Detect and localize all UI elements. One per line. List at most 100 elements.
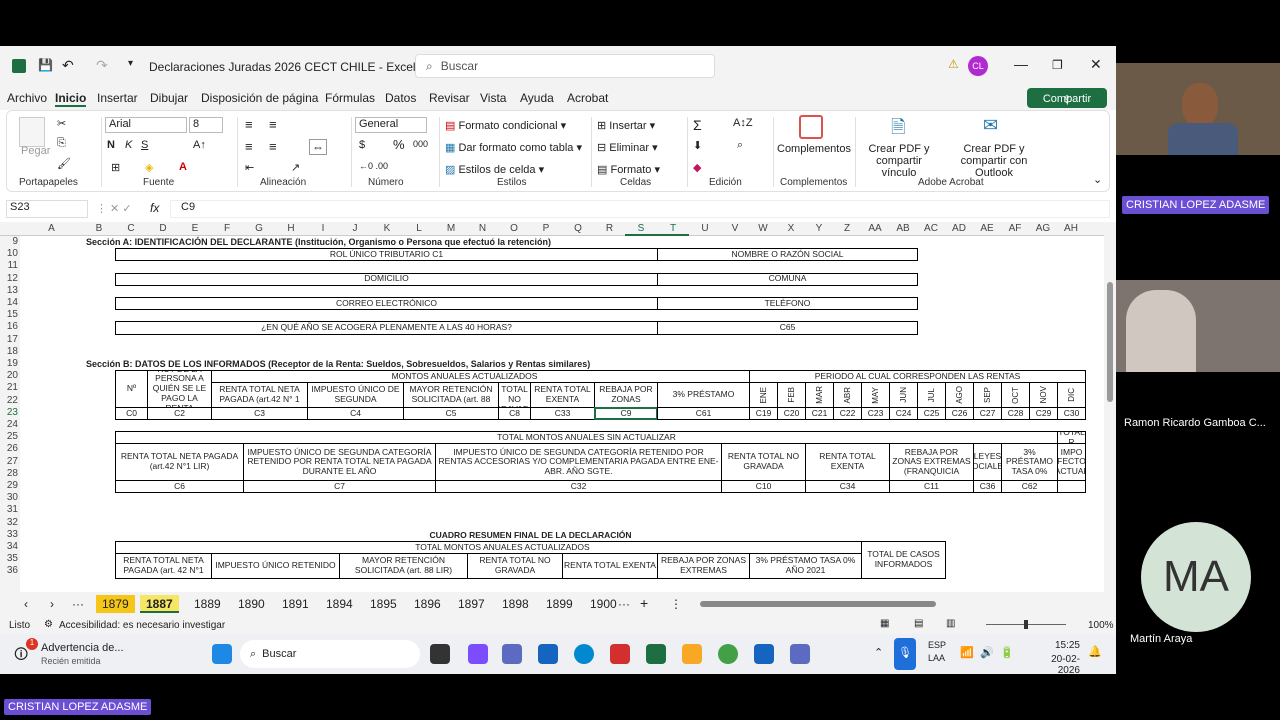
zoom-thumb[interactable] <box>1024 620 1028 629</box>
currency-icon[interactable]: $ <box>359 139 365 151</box>
teams-work-icon[interactable] <box>790 644 810 664</box>
cell[interactable]: C8 <box>498 406 531 420</box>
column-header[interactable]: AE <box>973 223 1001 234</box>
explorer-icon[interactable] <box>682 644 702 664</box>
cell[interactable]: C27 <box>973 406 1002 420</box>
cell[interactable]: TOTAL MONTOS ANUALES SIN ACTUALIZAR <box>115 431 1058 445</box>
column-header[interactable]: AB <box>889 223 917 234</box>
add-sheet-icon[interactable]: + <box>634 595 654 613</box>
cell[interactable]: C21 <box>805 406 834 420</box>
orientation-icon[interactable]: ↗ <box>291 161 300 174</box>
cell[interactable]: C62 <box>1001 480 1058 494</box>
cell-styles-button[interactable]: ▨ Estilos de celda ▾ <box>445 163 544 176</box>
tab-dibujar[interactable]: Dibujar <box>150 91 188 105</box>
cell[interactable]: C11 <box>889 480 974 494</box>
cell[interactable]: C30 <box>1057 406 1086 420</box>
row-header[interactable]: 28 <box>7 468 18 479</box>
copy-icon[interactable]: ⎘ <box>57 137 66 150</box>
row-header[interactable]: 15 <box>7 309 18 320</box>
italic-button[interactable]: K <box>125 139 132 151</box>
cell[interactable]: C10 <box>721 480 806 494</box>
number-format-select[interactable]: General <box>355 117 427 133</box>
tab-vista[interactable]: Vista <box>480 91 506 105</box>
column-header[interactable]: D <box>147 223 179 234</box>
cell[interactable]: TELÉFONO <box>657 297 918 311</box>
column-header[interactable]: U <box>689 223 721 234</box>
cell[interactable]: C6 <box>115 480 244 494</box>
align-left-icon[interactable]: ≡ <box>245 139 253 154</box>
row-header[interactable]: 17 <box>7 334 18 345</box>
normal-view-icon[interactable]: ▦ <box>880 618 889 629</box>
month-header[interactable]: ENE <box>749 382 778 408</box>
column-title[interactable]: RUT DE LA PERSONA A QUIÉN SE LE PAGO LA … <box>147 370 212 408</box>
volume-icon[interactable]: 🔊 <box>980 646 994 659</box>
tab-options-icon[interactable]: ⋮ <box>664 595 688 613</box>
chrome-icon[interactable] <box>718 644 738 664</box>
column-header[interactable]: AA <box>861 223 889 234</box>
tray-chevron-icon[interactable]: ⌃ <box>874 646 883 659</box>
column-header[interactable]: Q <box>562 223 594 234</box>
scroll-thumb[interactable] <box>1107 282 1113 402</box>
column-header[interactable]: B <box>83 223 115 234</box>
column-title[interactable]: RENTA TOTAL NO GRAVADA <box>467 553 563 579</box>
cell[interactable]: C36 <box>973 480 1002 494</box>
column-title[interactable]: MAYOR RETENCIÓN SOLICITADA (art. 88 LIR) <box>339 553 468 579</box>
cell[interactable]: TOTAL R <box>1057 431 1086 445</box>
cell[interactable]: COMUNA <box>657 272 918 286</box>
column-title[interactable]: LEYES SOCIALES <box>973 443 1002 481</box>
bold-button[interactable]: N <box>107 139 115 151</box>
cell[interactable]: C5 <box>403 406 499 420</box>
tab-more-icon[interactable]: ··· <box>66 595 90 613</box>
column-title[interactable]: RENTA TOTAL NETA PAGADA (art.42 N° 1 <box>211 382 308 408</box>
addins-button[interactable]: Complementos <box>777 143 851 155</box>
column-header[interactable]: AD <box>945 223 973 234</box>
column-header[interactable]: S <box>625 223 657 236</box>
autosum-icon[interactable]: Σ <box>693 117 702 133</box>
task-view-icon[interactable] <box>430 644 450 664</box>
cell[interactable]: C61 <box>657 406 750 420</box>
tab-acrobat[interactable]: Acrobat <box>567 91 608 105</box>
align-center-icon[interactable]: ≡ <box>269 139 277 154</box>
column-header[interactable]: E <box>179 223 211 234</box>
column-title[interactable]: IMPUESTO ÚNICO DE SEGUNDA <box>307 382 404 408</box>
thousands-icon[interactable]: 000 <box>413 139 428 149</box>
row-header[interactable]: 35 <box>7 553 18 564</box>
insert-cells-button[interactable]: ⊞ Insertar ▾ <box>597 119 655 132</box>
vertical-scrollbar[interactable] <box>1104 222 1116 630</box>
sheet-tab-1889[interactable]: 1889 <box>188 595 227 613</box>
row-header[interactable]: 36 <box>7 565 18 576</box>
row-header[interactable]: 12 <box>7 273 18 284</box>
column-header[interactable]: R <box>594 223 625 234</box>
pdf-link-button[interactable]: Crear PDF y compartir vínculo <box>859 143 939 179</box>
name-box[interactable]: S23 <box>6 200 88 218</box>
mic-icon[interactable]: 🎙 <box>894 638 916 670</box>
collapse-ribbon-icon[interactable]: ⌄ <box>1093 173 1102 186</box>
month-header[interactable]: JUL <box>917 382 946 408</box>
cell[interactable] <box>1057 480 1086 494</box>
align-top-icon[interactable]: ≡ <box>245 117 253 132</box>
sheet-tab-1898[interactable]: 1898 <box>496 595 535 613</box>
pdf-outlook-button[interactable]: Crear PDF y compartir con Outlook <box>941 143 1047 179</box>
edge-icon[interactable] <box>574 644 594 664</box>
column-header[interactable]: N <box>467 223 498 234</box>
month-header[interactable]: MAY <box>861 382 890 408</box>
column-title[interactable]: 3% PRÉSTAMO TASA 0% AÑO 2021 <box>749 553 862 579</box>
fx-icon[interactable]: fx <box>150 201 159 215</box>
font-name-select[interactable]: Arial <box>105 117 187 133</box>
row-header[interactable]: 27 <box>7 456 18 467</box>
cell[interactable]: DOMICILIO <box>115 272 658 286</box>
cell[interactable]: C26 <box>945 406 974 420</box>
cell[interactable]: PERIODO AL CUAL CORRESPONDEN LAS RENTAS <box>749 370 1086 384</box>
cell[interactable]: CUADRO RESUMEN FINAL DE LA DECLARACIÓN <box>115 528 946 542</box>
cell[interactable]: C33 <box>530 406 595 420</box>
column-header[interactable]: J <box>339 223 371 234</box>
merge-icon[interactable]: ⇔ <box>309 139 327 155</box>
wifi-icon[interactable]: 📶 <box>960 646 974 659</box>
cell[interactable]: C65 <box>657 321 918 335</box>
tab-archivo[interactable]: Archivo <box>7 91 47 105</box>
cell[interactable]: C32 <box>435 480 722 494</box>
sheet-tab-1887[interactable]: 1887 <box>140 595 179 613</box>
tab-datos[interactable]: Datos <box>385 91 416 105</box>
cell[interactable]: ROL ÚNICO TRIBUTARIO C1 <box>115 248 658 262</box>
row-header[interactable]: 9 <box>12 236 18 247</box>
